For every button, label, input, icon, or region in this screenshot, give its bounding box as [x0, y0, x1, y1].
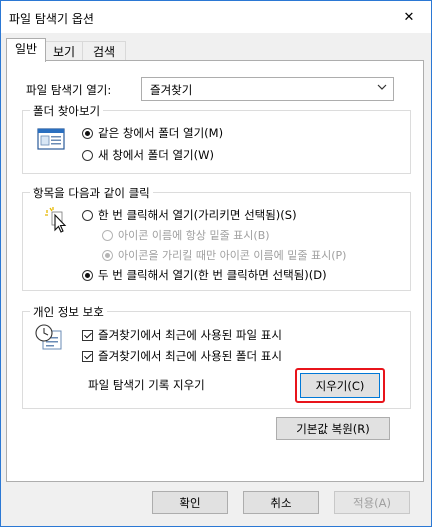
radio-single-click[interactable]: 한 번 클릭해서 열기(가리키면 선택됨)(S) [82, 207, 297, 223]
close-button[interactable]: ✕ [387, 1, 431, 33]
restore-defaults-button[interactable]: 기본값 복원(R) [276, 417, 390, 440]
checkbox-indicator [82, 350, 93, 362]
cancel-button[interactable]: 취소 [243, 491, 319, 514]
radio-indicator [82, 209, 93, 221]
close-icon: ✕ [403, 9, 415, 25]
open-explorer-label: 파일 탐색기 열기: [26, 83, 112, 97]
radio-new-window[interactable]: 새 창에서 폴더 열기(W) [82, 147, 214, 163]
highlight-box [295, 368, 385, 403]
folder-window-icon [37, 127, 65, 154]
title-bar: 파일 탐색기 옵션 ✕ [1, 1, 431, 33]
tab-general[interactable]: 일반 [6, 38, 46, 62]
radio-underline-always[interactable]: 아이콘 이름에 항상 밑줄 표시(B) [102, 227, 270, 243]
tab-search[interactable]: 검색 [82, 41, 126, 62]
privacy-legend: 개인 정보 보호 [30, 304, 107, 320]
chevron-down-icon [377, 82, 387, 95]
clear-history-label: 파일 탐색기 기록 지우기 [88, 378, 205, 392]
radio-indicator [102, 229, 113, 241]
radio-underline-on-hover[interactable]: 아이콘을 가리킬 때만 아이콘 이름에 밑줄 표시(P) [102, 247, 346, 263]
radio-indicator [82, 269, 93, 281]
open-explorer-combobox[interactable]: 즐겨찾기 [141, 77, 394, 101]
radio-same-window[interactable]: 같은 창에서 폴더 열기(M) [82, 125, 223, 141]
browse-folders-legend: 폴더 찾아보기 [30, 103, 104, 119]
apply-button[interactable]: 적용(A) [334, 491, 410, 514]
pointer-click-icon [44, 205, 70, 238]
open-explorer-value: 즐겨찾기 [150, 83, 193, 97]
browse-folders-group [22, 110, 411, 174]
radio-indicator [82, 127, 93, 139]
radio-indicator [82, 149, 93, 161]
dialog-title: 파일 탐색기 옵션 [9, 12, 94, 26]
privacy-clock-icon [34, 323, 64, 356]
checkbox-recent-folders[interactable]: 즐겨찾기에서 최근에 사용된 폴더 표시 [82, 348, 282, 364]
checkbox-indicator [82, 329, 93, 341]
radio-double-click[interactable]: 두 번 클릭해서 열기(한 번 클릭하면 선택됨)(D) [82, 267, 327, 283]
checkbox-recent-files[interactable]: 즐겨찾기에서 최근에 사용된 파일 표시 [82, 327, 282, 343]
radio-indicator [102, 249, 113, 261]
ok-button[interactable]: 확인 [152, 491, 228, 514]
click-items-legend: 항목을 다음과 같이 클릭 [30, 185, 153, 201]
tab-view[interactable]: 보기 [44, 41, 84, 62]
